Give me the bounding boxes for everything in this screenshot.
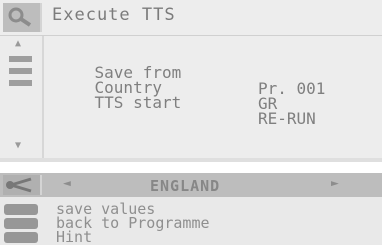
setting-value: RE-RUN bbox=[258, 109, 316, 128]
back-icon bbox=[4, 218, 38, 229]
setting-row-tts-start[interactable]: TTS start RE-RUN bbox=[56, 79, 316, 143]
search-icon[interactable] bbox=[3, 3, 42, 32]
hint-icon bbox=[4, 232, 38, 243]
scissors-icon bbox=[3, 175, 42, 195]
language-next-button[interactable]: ► bbox=[331, 176, 339, 191]
page-title: Execute TTS bbox=[52, 5, 176, 25]
save-icon bbox=[4, 204, 38, 215]
settings-panel: ▲ ▼ Save from Pr. 001 Country GR TTS sta… bbox=[0, 36, 382, 160]
spacer bbox=[0, 162, 382, 173]
language-prev-button[interactable]: ◄ bbox=[63, 176, 71, 191]
scroll-indicator-icon bbox=[9, 56, 32, 62]
scroll-indicator-icon bbox=[9, 68, 32, 74]
scroll-up-icon[interactable]: ▲ bbox=[15, 38, 21, 49]
scroll-down-icon[interactable]: ▼ bbox=[15, 140, 21, 151]
language-selector[interactable]: ◄ ENGLAND ► bbox=[0, 173, 382, 197]
settings-scrollbar[interactable]: ▲ ▼ bbox=[0, 36, 44, 160]
action-menu: save values back to Programme Hint bbox=[0, 197, 382, 245]
menu-item-hint[interactable]: Hint bbox=[0, 228, 382, 246]
menu-item-label: Hint bbox=[56, 228, 93, 246]
setting-label: TTS start bbox=[94, 93, 182, 112]
language-label: ENGLAND bbox=[150, 177, 221, 195]
title-bar: Execute TTS bbox=[0, 0, 382, 37]
scroll-indicator-icon bbox=[9, 80, 32, 86]
